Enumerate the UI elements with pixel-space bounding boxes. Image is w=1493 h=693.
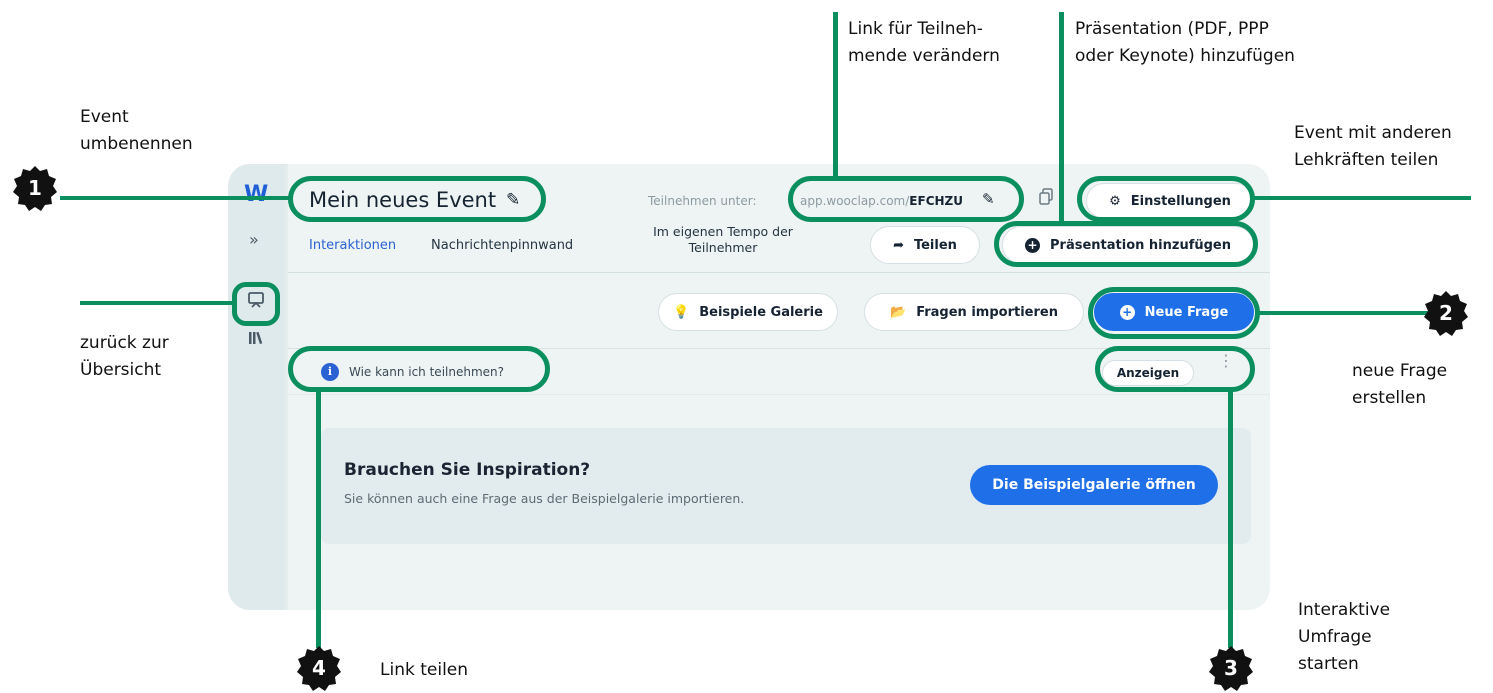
open-gallery-button[interactable]: Die Beispielgalerie öffnen (970, 465, 1218, 505)
annotation-start-poll: Interaktive Umfrage starten (1298, 600, 1391, 674)
highlight-event-title (288, 176, 546, 222)
highlight-new-question (1088, 287, 1260, 339)
badge-4: 4 (296, 645, 342, 691)
connector-3 (1228, 390, 1233, 648)
annotation-rename-event: Event umbenennen (80, 107, 193, 154)
import-questions-label: Fragen importieren (916, 304, 1058, 320)
copy-icon[interactable] (1038, 188, 1054, 210)
tab-interactions[interactable]: Interaktionen (309, 238, 396, 253)
inspiration-card: Brauchen Sie Inspiration? Sie können auc… (321, 428, 1251, 544)
annotation-share-event: Event mit anderen Lehkräften teilen (1294, 123, 1452, 170)
annotation-new-question: neue Frage erstellen (1352, 361, 1448, 408)
highlight-add-presentation (994, 221, 1258, 267)
inspiration-title: Brauchen Sie Inspiration? (344, 460, 591, 480)
highlight-overview (232, 282, 280, 326)
badge-2: 2 (1423, 290, 1469, 336)
connector-share-event (1253, 196, 1471, 200)
highlight-how-to-join (288, 346, 550, 392)
rail-divider (285, 164, 288, 610)
connector-add-presentation (1059, 12, 1064, 226)
import-questions-button[interactable]: 📂 Fragen importieren (864, 293, 1084, 331)
examples-gallery-button[interactable]: 💡 Beispiele Galerie (658, 293, 838, 331)
badge-1: 1 (12, 165, 58, 211)
connector-4 (316, 390, 321, 648)
badge-2-number: 2 (1439, 301, 1453, 325)
annotation-back-overview: zurück zur Übersicht (80, 333, 169, 380)
connector-1 (60, 196, 290, 200)
connector-change-link (833, 12, 838, 178)
library-icon[interactable] (248, 330, 266, 350)
tab-self-paced[interactable]: Im eigenen Tempo der Teilnehmer (638, 224, 808, 256)
connector-2 (1258, 311, 1428, 315)
highlight-settings (1077, 176, 1255, 222)
share-arrow-icon: ➦ (893, 237, 904, 253)
annotation-change-link: Link für Teilneh- mende verändern (848, 19, 1000, 66)
badge-3-number: 3 (1224, 656, 1238, 680)
share-label: Teilen (913, 237, 957, 253)
annotation-add-presentation: Präsentation (PDF, PPP oder Keynote) hin… (1075, 19, 1295, 66)
annotation-share-link: Link teilen (380, 660, 469, 680)
expand-icon[interactable]: » (249, 230, 259, 249)
connector-back-overview (80, 301, 234, 305)
highlight-join-link (788, 176, 1024, 222)
join-label: Teilnehmen unter: (648, 194, 757, 208)
badge-4-number: 4 (312, 656, 326, 680)
lightbulb-icon: 💡 (673, 304, 690, 320)
inspiration-text: Sie können auch eine Frage aus der Beisp… (344, 491, 745, 506)
info-divider (288, 394, 1270, 395)
share-button[interactable]: ➦ Teilen (870, 226, 980, 264)
highlight-poll (1095, 346, 1255, 392)
examples-gallery-label: Beispiele Galerie (699, 304, 823, 320)
folder-icon: 📂 (890, 304, 907, 320)
wooclap-logo: W (244, 182, 269, 207)
badge-3: 3 (1208, 645, 1254, 691)
badge-1-number: 1 (28, 176, 42, 200)
header-divider (288, 272, 1270, 273)
tab-message-wall[interactable]: Nachrichtenpinnwand (431, 238, 573, 253)
